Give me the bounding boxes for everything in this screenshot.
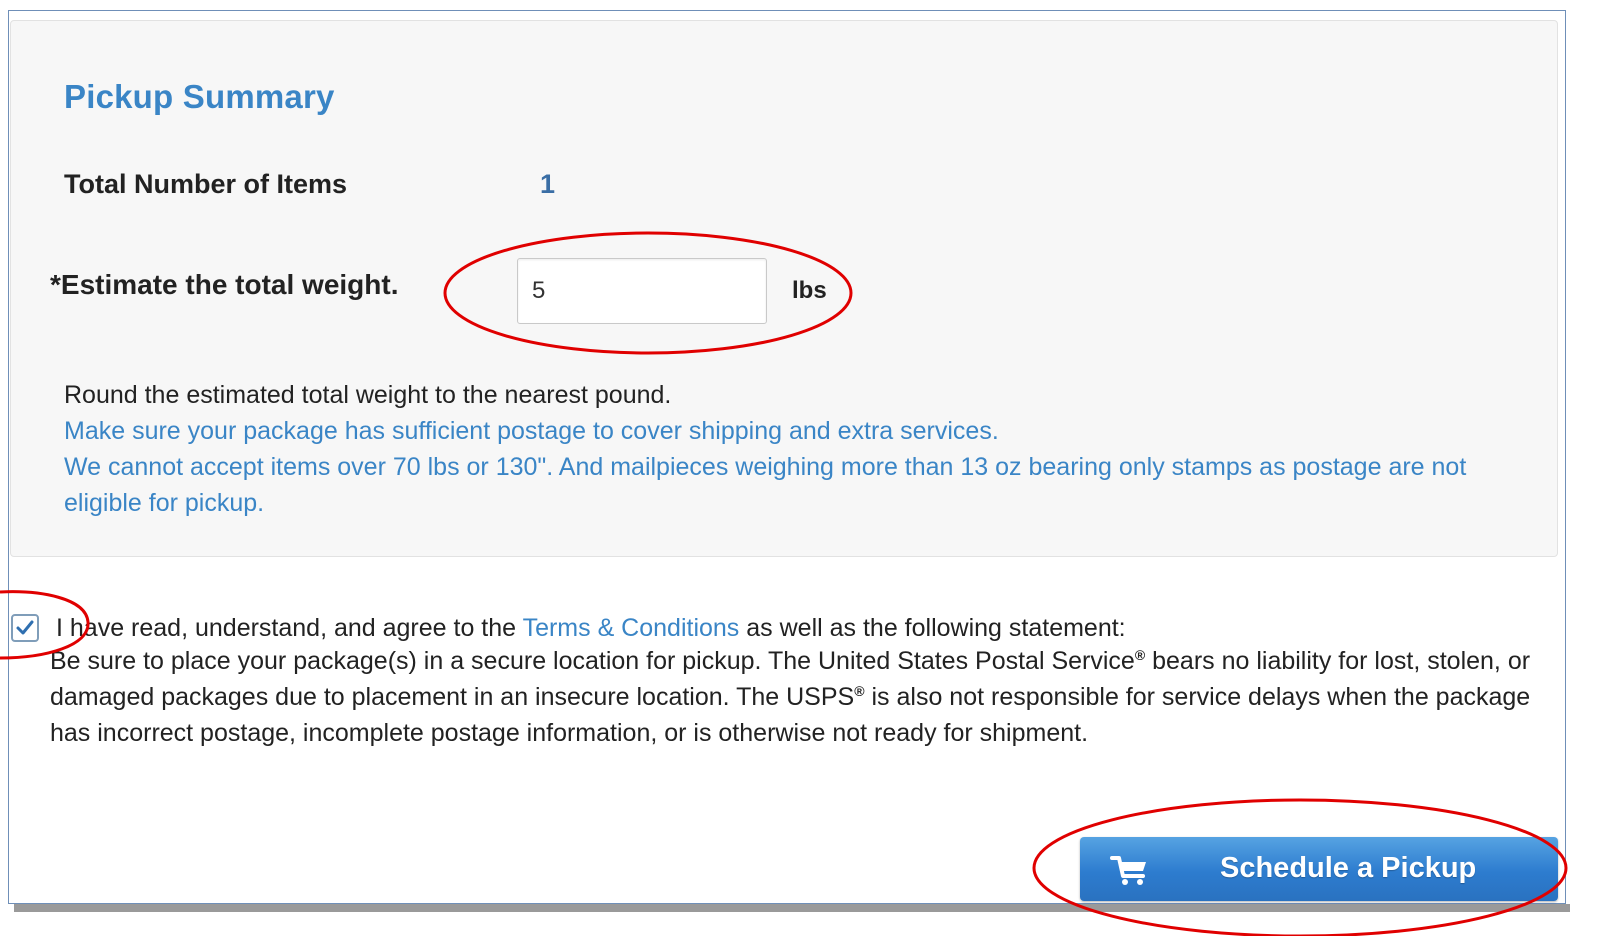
- note-round-weight: Round the estimated total weight to the …: [64, 381, 672, 409]
- weight-label: *Estimate the total weight.: [50, 269, 399, 300]
- statement-part-1: Be sure to place your package(s) in a se…: [50, 647, 1135, 675]
- schedule-pickup-button[interactable]: Schedule a Pickup: [1080, 837, 1558, 901]
- schedule-pickup-label: Schedule a Pickup: [1220, 852, 1477, 884]
- agree-checkbox[interactable]: [11, 614, 39, 642]
- agreement-line: I have read, understand, and agree to th…: [56, 610, 1126, 646]
- registered-mark: ®: [854, 683, 865, 699]
- weight-unit: lbs: [792, 277, 827, 304]
- frame-shadow: [14, 904, 1570, 912]
- checkmark-icon: [16, 620, 34, 635]
- registered-mark: ®: [1134, 647, 1146, 663]
- weight-input[interactable]: [517, 258, 767, 324]
- agreement-prefix: I have read, understand, and agree to th…: [56, 614, 523, 642]
- note-postage: Make sure your package has sufficient po…: [64, 417, 999, 445]
- total-items-value: 1: [540, 169, 556, 199]
- terms-conditions-link[interactable]: Terms & Conditions: [523, 614, 740, 642]
- agreement-suffix: as well as the following statement:: [739, 614, 1126, 642]
- section-title: Pickup Summary: [64, 78, 335, 115]
- liability-statement: Be sure to place your package(s) in a se…: [50, 643, 1540, 751]
- total-items-label: Total Number of Items: [64, 169, 348, 199]
- cart-icon: [1110, 856, 1146, 885]
- note-limits: We cannot accept items over 70 lbs or 13…: [64, 453, 1467, 517]
